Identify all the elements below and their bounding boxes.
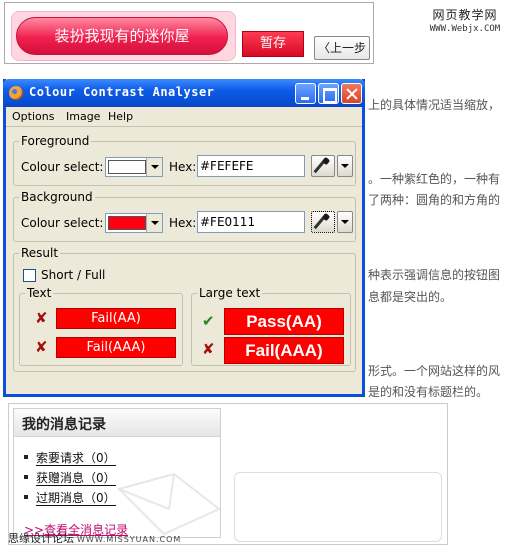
text-aa-result: Fail(AA) xyxy=(56,308,176,329)
background-hex-input[interactable]: #FE0111 xyxy=(197,211,305,233)
window-title: Colour Contrast Analyser xyxy=(29,85,215,99)
watermark: 思缘设计论坛 WWW.MISSYUAN.COM xyxy=(8,530,181,546)
foreground-picker-dropdown-icon[interactable] xyxy=(337,155,353,177)
fail-x-icon: ✘ xyxy=(35,338,48,356)
article-text-line: 。一种紫红色的，一种有 xyxy=(368,172,501,186)
background-legend: Background xyxy=(21,190,93,204)
dress-button-frame: 装扮我现有的迷你屋 xyxy=(11,11,236,61)
empty-content-box xyxy=(234,472,442,542)
message-item-expired[interactable]: 过期消息（0） xyxy=(22,489,116,509)
pass-check-icon: ✔ xyxy=(202,312,215,330)
large-aa-result: Pass(AA) xyxy=(224,308,344,335)
message-item-gifts[interactable]: 获赠消息（0） xyxy=(22,469,116,489)
short-full-label: Short / Full xyxy=(41,268,106,282)
message-panel: 我的消息记录 索要请求（0） 获赠消息（0） 过期消息（0） >>查看全消息记录 xyxy=(8,403,448,545)
background-colour-select[interactable] xyxy=(105,213,163,233)
fail-x-icon: ✘ xyxy=(202,340,215,358)
watermark-url: WWW.MISSYUAN.COM xyxy=(77,535,182,544)
message-list: 索要请求（0） 获赠消息（0） 过期消息（0） xyxy=(22,449,116,509)
minimize-icon[interactable] xyxy=(295,83,316,104)
site-name: 网页教学网 xyxy=(432,8,498,22)
background-swatch xyxy=(108,216,146,230)
banner: 装扮我现有的迷你屋 暂存 〈上一步 xyxy=(4,2,374,64)
previous-step-button[interactable]: 〈上一步 xyxy=(314,36,370,60)
foreground-colour-select-label: Colour select: xyxy=(21,160,104,174)
large-text-results-legend: Large text xyxy=(199,286,261,300)
menu-image[interactable]: Image xyxy=(66,110,100,123)
close-icon[interactable] xyxy=(341,83,362,104)
article-text-line: 上的具体情况适当缩放， xyxy=(368,98,501,112)
message-record-title: 我的消息记录 xyxy=(22,417,106,433)
short-full-checkbox[interactable] xyxy=(23,269,36,282)
menu-help[interactable]: Help xyxy=(108,110,133,123)
fail-x-icon: ✘ xyxy=(35,309,48,327)
article-text-line: 了两种：圆角的和方角的 xyxy=(368,193,501,207)
app-icon xyxy=(9,86,23,100)
dress-up-button[interactable]: 装扮我现有的迷你屋 xyxy=(16,17,228,55)
background-hex-label: Hex: xyxy=(169,216,197,230)
save-button[interactable]: 暂存 xyxy=(242,31,304,57)
watermark-text: 思缘设计论坛 xyxy=(8,532,74,545)
site-url: WWW.Webjx.COM xyxy=(429,24,501,34)
chevron-down-icon xyxy=(146,158,162,176)
menu-options[interactable]: Options xyxy=(12,110,54,123)
article-text-line: 种表示强调信息的按钮图 xyxy=(368,268,501,282)
chevron-down-icon xyxy=(146,214,162,232)
text-aaa-result: Fail(AAA) xyxy=(56,337,176,358)
article-text-line: 息都是突出的。 xyxy=(368,290,453,304)
colour-contrast-analyser-window: Colour Contrast Analyser Options Image H… xyxy=(3,79,365,397)
message-item-requests[interactable]: 索要请求（0） xyxy=(22,449,116,469)
background-eyedropper-icon[interactable] xyxy=(311,211,335,233)
message-record-box: 我的消息记录 索要请求（0） 获赠消息（0） 过期消息（0） >>查看全消息记录 xyxy=(13,408,221,538)
foreground-colour-select[interactable] xyxy=(105,157,163,177)
text-results-legend: Text xyxy=(27,286,52,300)
foreground-eyedropper-icon[interactable] xyxy=(311,155,335,177)
menu-bar: Options Image Help xyxy=(6,107,362,127)
background-colour-select-label: Colour select: xyxy=(21,216,104,230)
foreground-swatch xyxy=(108,160,146,174)
title-bar[interactable]: Colour Contrast Analyser xyxy=(3,79,365,107)
large-aaa-result: Fail(AAA) xyxy=(224,337,344,364)
article-text-line: 形式。一个网站这样的风 xyxy=(368,364,501,378)
site-logo: 网页教学网 WWW.Webjx.COM xyxy=(425,6,505,34)
message-record-header: 我的消息记录 xyxy=(14,409,220,437)
envelope-icon xyxy=(117,472,221,536)
result-legend: Result xyxy=(21,246,59,260)
maximize-icon[interactable] xyxy=(318,83,339,104)
foreground-legend: Foreground xyxy=(21,134,90,148)
background-picker-dropdown-icon[interactable] xyxy=(337,211,353,233)
article-text-line: 是的和没有标题栏的。 xyxy=(368,385,489,399)
foreground-hex-input[interactable]: #FEFEFE xyxy=(197,155,305,177)
foreground-hex-label: Hex: xyxy=(169,160,197,174)
